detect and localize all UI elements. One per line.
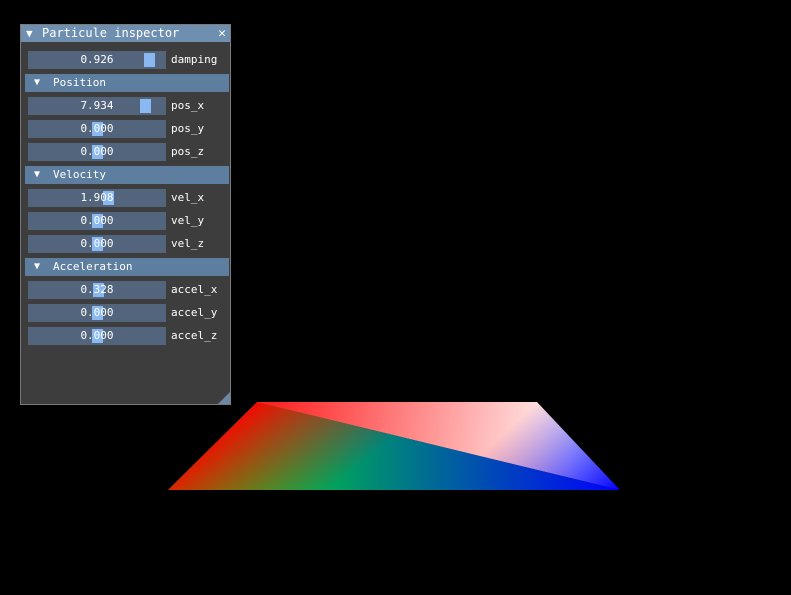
slider-label: pos_x	[171, 99, 205, 112]
slider-label: pos_z	[171, 145, 205, 158]
slider-label: vel_y	[171, 214, 205, 227]
slider-value: 1.908	[80, 191, 114, 204]
vel-y-row: 0.000 vel_y	[28, 212, 228, 230]
slider-label: vel_x	[171, 191, 205, 204]
slider-value: 0.000	[80, 329, 114, 342]
accel-x-row: 0.328 accel_x	[28, 281, 228, 299]
pos-z-row: 0.000 pos_z	[28, 143, 228, 161]
slider-value: 7.934	[80, 99, 114, 112]
slider-label: damping	[171, 53, 218, 66]
vel-z-row: 0.000 vel_z	[28, 235, 228, 253]
pos-y-slider[interactable]: 0.000	[28, 120, 166, 138]
pos-z-slider[interactable]: 0.000	[28, 143, 166, 161]
slider-value: 0.000	[80, 145, 114, 158]
collapse-arrow-icon[interactable]: ▼	[26, 25, 33, 42]
accel-y-slider[interactable]: 0.000	[28, 304, 166, 322]
damping-slider[interactable]: 0.926	[28, 51, 166, 69]
collapse-arrow-icon: ▼	[34, 77, 41, 88]
vel-x-slider[interactable]: 1.908	[28, 189, 166, 207]
section-header-acceleration[interactable]: ▼ Acceleration	[25, 258, 229, 276]
pos-x-row: 7.934 pos_x	[28, 97, 228, 115]
vel-z-slider[interactable]: 0.000	[28, 235, 166, 253]
section-title: Acceleration	[53, 260, 133, 273]
slider-value: 0.328	[80, 283, 114, 296]
slider-label: accel_y	[171, 306, 218, 319]
particule-inspector-window[interactable]: ▼ Particule inspector ✕ 0.926 damping ▼ …	[20, 24, 231, 405]
accel-y-row: 0.000 accel_y	[28, 304, 228, 322]
collapse-arrow-icon: ▼	[34, 261, 41, 272]
pos-y-row: 0.000 pos_y	[28, 120, 228, 138]
slider-label: vel_z	[171, 237, 205, 250]
window-title-bar[interactable]: ▼ Particule inspector ✕	[21, 25, 230, 42]
accel-z-row: 0.000 accel_z	[28, 327, 228, 345]
slider-label: pos_y	[171, 122, 205, 135]
accel-x-slider[interactable]: 0.328	[28, 281, 166, 299]
pos-x-slider[interactable]: 7.934	[28, 97, 166, 115]
vel-x-row: 1.908 vel_x	[28, 189, 228, 207]
section-header-position[interactable]: ▼ Position	[25, 74, 229, 92]
window-title: Particule inspector	[42, 26, 180, 40]
slider-value: 0.926	[80, 53, 114, 66]
section-title: Velocity	[53, 168, 106, 181]
collapse-arrow-icon: ▼	[34, 169, 41, 180]
damping-row: 0.926 damping	[28, 51, 228, 69]
section-title: Position	[53, 76, 106, 89]
slider-value: 0.000	[80, 214, 114, 227]
section-header-velocity[interactable]: ▼ Velocity	[25, 166, 229, 184]
slider-value: 0.000	[80, 237, 114, 250]
slider-label: accel_z	[171, 329, 218, 342]
slider-label: accel_x	[171, 283, 218, 296]
slider-value: 0.000	[80, 306, 114, 319]
slider-value: 0.000	[80, 122, 114, 135]
vel-y-slider[interactable]: 0.000	[28, 212, 166, 230]
close-icon[interactable]: ✕	[218, 25, 226, 42]
accel-z-slider[interactable]: 0.000	[28, 327, 166, 345]
resize-grip-icon[interactable]	[218, 392, 230, 404]
